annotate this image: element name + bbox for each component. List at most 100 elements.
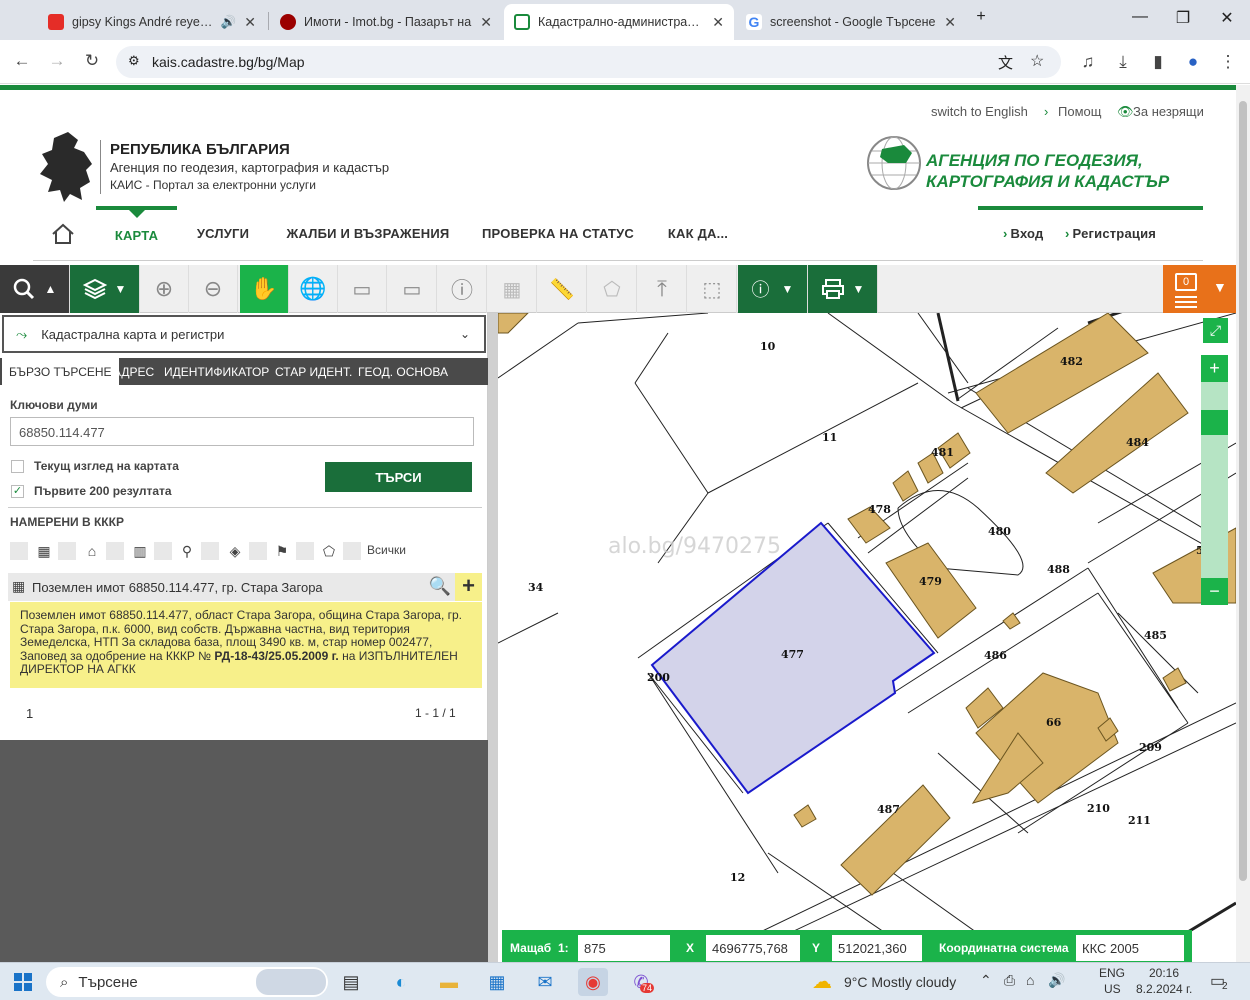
scale-input[interactable]: 875 — [578, 935, 670, 961]
taskbar-search[interactable]: ⌕ Търсене — [46, 967, 328, 997]
filter-toggle-all[interactable] — [343, 542, 361, 560]
house-icon[interactable]: ⌂ — [82, 541, 102, 561]
grid-icon[interactable]: ▦ — [34, 541, 54, 561]
pan-tool[interactable]: ✋ — [240, 265, 289, 313]
result-row[interactable]: ▦ Поземлен имот 68850.114.477, гр. Стара… — [8, 573, 482, 601]
zoom-box-tool[interactable]: ▭ — [338, 265, 387, 313]
layers-icon[interactable]: ◈ — [225, 541, 245, 561]
tab-old-identifier[interactable]: СТАР ИДЕНТ. — [268, 358, 359, 385]
clock-time[interactable]: 20:16 — [1149, 966, 1179, 980]
back-button[interactable]: ← — [10, 50, 34, 74]
minimize-button[interactable]: — — [1127, 8, 1153, 32]
nav-status-check[interactable]: ПРОВЕРКА НА СТАТУС — [469, 206, 647, 261]
nav-services[interactable]: УСЛУГИ — [179, 206, 267, 261]
select-area-tool[interactable]: ⬚ — [688, 265, 737, 313]
register-link[interactable]: › Регистрация — [1065, 206, 1165, 261]
language-code[interactable]: ENG — [1099, 966, 1125, 980]
file-explorer-icon[interactable]: ▬ — [434, 968, 464, 996]
zoom-out-button[interactable]: − — [1201, 578, 1228, 605]
cadastral-map[interactable]: 10 11 34 477 200 12 486 488 485 209 210 … — [498, 313, 1236, 962]
volume-icon[interactable]: 🔊 — [1048, 972, 1065, 989]
edge-icon[interactable]: ◐ — [386, 968, 416, 996]
full-extent-tool[interactable]: 🌐 — [289, 265, 338, 313]
layers-tool[interactable]: ▼ — [70, 265, 140, 313]
forward-button[interactable]: → — [45, 50, 69, 74]
restore-button[interactable]: ❐ — [1170, 8, 1196, 32]
browser-tab[interactable]: Имоти - Imot.bg - Пазарът на ✕ — [270, 4, 502, 40]
zoom-slider-handle[interactable] — [1201, 410, 1228, 435]
media-icon[interactable]: ♫ — [1076, 50, 1100, 74]
zoom-in-tool[interactable]: ⊕ — [140, 265, 189, 313]
task-view-icon[interactable]: ▤ — [336, 968, 366, 996]
filter-toggle[interactable] — [201, 542, 219, 560]
chrome-icon[interactable]: ◉ — [578, 968, 608, 996]
mail-icon[interactable]: ✉ — [530, 968, 560, 996]
page-scrollbar[interactable] — [1236, 85, 1250, 962]
filter-toggle[interactable] — [154, 542, 172, 560]
filter-toggle[interactable] — [106, 542, 124, 560]
login-link[interactable]: › Вход — [1003, 206, 1053, 261]
zoom-in-button[interactable]: + — [1201, 355, 1228, 382]
close-tab-icon[interactable]: ✕ — [480, 14, 492, 31]
switch-english-link[interactable]: switch to English — [931, 104, 1028, 119]
filter-toggle[interactable] — [249, 542, 267, 560]
zoom-to-result-icon[interactable]: 🔍 — [426, 573, 454, 601]
browser-tab[interactable]: gipsy Kings André reyes - Y 🔊 ✕ — [38, 4, 266, 40]
network-icon[interactable]: ⌂ — [1026, 972, 1034, 988]
measure-area-tool[interactable]: ⬠ — [588, 265, 637, 313]
audio-icon[interactable]: 🔊 — [221, 15, 237, 30]
home-icon[interactable] — [43, 206, 83, 261]
print-tool[interactable]: ▼ — [808, 265, 878, 313]
site-info-icon[interactable]: ⚙ — [128, 53, 140, 69]
zoom-box-out-tool[interactable]: ▭ — [388, 265, 437, 313]
tab-geodetic-base[interactable]: ГЕОД. ОСНОВА — [351, 358, 455, 385]
nav-complaints[interactable]: ЖАЛБИ И ВЪЗРАЖЕНИЯ — [269, 206, 467, 261]
select-table-tool[interactable]: ▦ — [488, 265, 537, 313]
keywords-input[interactable]: 68850.114.477 — [10, 417, 474, 446]
upload-tool[interactable]: ⤒ — [638, 265, 687, 313]
tab-address[interactable]: АДРЕС — [106, 358, 161, 385]
map-canvas[interactable]: 10 11 34 477 200 12 486 488 485 209 210 … — [498, 313, 1236, 962]
filter-toggle[interactable] — [296, 542, 314, 560]
info-tool[interactable]: ⓘ — [438, 265, 487, 313]
current-view-checkbox[interactable] — [11, 460, 24, 473]
crs-select[interactable]: ККС 2005 — [1076, 935, 1184, 961]
tab-quick-search[interactable]: БЪРЗО ТЪРСЕНЕ — [2, 358, 119, 385]
accessibility-link[interactable]: За незрящи — [1133, 104, 1204, 119]
url-field[interactable]: ⚙ kais.cadastre.bg/bg/Map 文 ☆ — [116, 46, 1061, 78]
close-tab-icon[interactable]: ✕ — [244, 14, 256, 31]
identify-layers-tool[interactable]: ⓘ ▼ — [738, 265, 808, 313]
zoom-out-tool[interactable]: ⊖ — [189, 265, 238, 313]
bookmark-star-icon[interactable]: ☆ — [1030, 51, 1044, 71]
weather-text[interactable]: 9°C Mostly cloudy — [844, 974, 956, 990]
measure-length-tool[interactable]: 📏 — [538, 265, 587, 313]
close-tab-icon[interactable]: ✕ — [712, 14, 724, 31]
search-tool[interactable]: ▲ — [0, 265, 70, 313]
help-link[interactable]: Помощ — [1058, 104, 1101, 119]
windows-start-icon[interactable] — [8, 968, 38, 996]
search-button[interactable]: ТЪРСИ — [325, 462, 472, 492]
zoom-slider[interactable]: + − — [1201, 355, 1228, 605]
close-tab-icon[interactable]: ✕ — [944, 14, 956, 31]
close-window-button[interactable]: ✕ — [1214, 8, 1240, 32]
pin-icon[interactable]: ⚲ — [177, 541, 197, 561]
page-number[interactable]: 1 — [26, 706, 33, 721]
flag-icon[interactable]: ⚑ — [272, 541, 292, 561]
store-icon[interactable]: ▦ — [482, 968, 512, 996]
reload-button[interactable]: ↻ — [80, 50, 104, 74]
tab-identifier[interactable]: ИДЕНТИФИКАТОР — [157, 358, 276, 385]
polygon-icon[interactable]: ⬠ — [319, 541, 339, 561]
first200-checkbox[interactable]: ✓ — [11, 485, 24, 498]
filter-toggle[interactable] — [10, 542, 28, 560]
new-tab-button[interactable]: + — [968, 8, 994, 32]
browser-tab-active[interactable]: Кадастрално-административен ✕ — [504, 4, 734, 40]
menu-icon[interactable]: ⋮ — [1216, 50, 1240, 74]
layers-panel-button[interactable]: 0 ▼ — [1163, 265, 1236, 313]
browser-tab[interactable]: G screenshot - Google Търсене ✕ — [736, 4, 966, 40]
keyboard-layout[interactable]: US — [1104, 982, 1121, 996]
layer-select[interactable]: ⤳ Кадастрална карта и регистри ⌄ — [2, 315, 486, 353]
clock-date[interactable]: 8.2.2024 г. — [1136, 982, 1192, 996]
add-result-icon[interactable]: + — [455, 573, 482, 601]
translate-icon[interactable]: 文 — [998, 52, 1013, 73]
filter-toggle[interactable] — [58, 542, 76, 560]
